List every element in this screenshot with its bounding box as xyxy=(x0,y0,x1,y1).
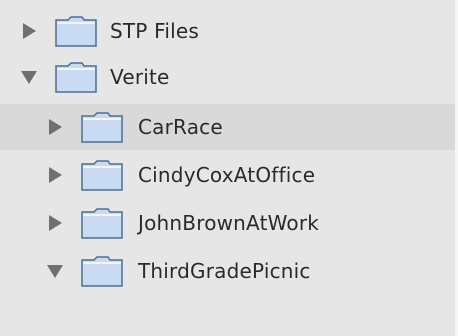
disclosure-collapsed-icon[interactable] xyxy=(46,214,64,232)
tree-item-carrace[interactable]: CarRace xyxy=(0,104,455,150)
folder-icon xyxy=(81,112,123,143)
tree-item-thirdgradepicnic[interactable]: ThirdGradePicnic xyxy=(0,248,455,294)
tree-item-label: JohnBrownAtWork xyxy=(138,211,320,235)
tree-item-johnbrownatwork[interactable]: JohnBrownAtWork xyxy=(0,200,455,246)
disclosure-collapsed-icon[interactable] xyxy=(20,22,38,40)
folder-icon xyxy=(55,16,97,47)
tree-item-label: CarRace xyxy=(138,115,223,139)
tree-item-label: CindyCoxAtOffice xyxy=(138,163,316,187)
disclosure-expanded-icon[interactable] xyxy=(20,68,38,86)
folder-icon xyxy=(81,208,123,239)
folder-icon xyxy=(81,160,123,191)
tree-item-stp-files[interactable]: STP Files xyxy=(0,8,455,54)
tree-item-verite[interactable]: Verite xyxy=(0,54,455,100)
folder-tree: STP Files Verite CarRace CindyCoxAtOffic… xyxy=(0,0,458,336)
folder-icon xyxy=(81,256,123,287)
tree-item-label: STP Files xyxy=(110,19,200,43)
disclosure-collapsed-icon[interactable] xyxy=(46,166,64,184)
disclosure-expanded-icon[interactable] xyxy=(46,262,64,280)
tree-item-label: ThirdGradePicnic xyxy=(138,259,311,283)
tree-item-label: Verite xyxy=(110,65,170,89)
folder-icon xyxy=(55,62,97,93)
tree-item-cindycoxatoffice[interactable]: CindyCoxAtOffice xyxy=(0,152,455,198)
disclosure-collapsed-icon[interactable] xyxy=(46,118,64,136)
